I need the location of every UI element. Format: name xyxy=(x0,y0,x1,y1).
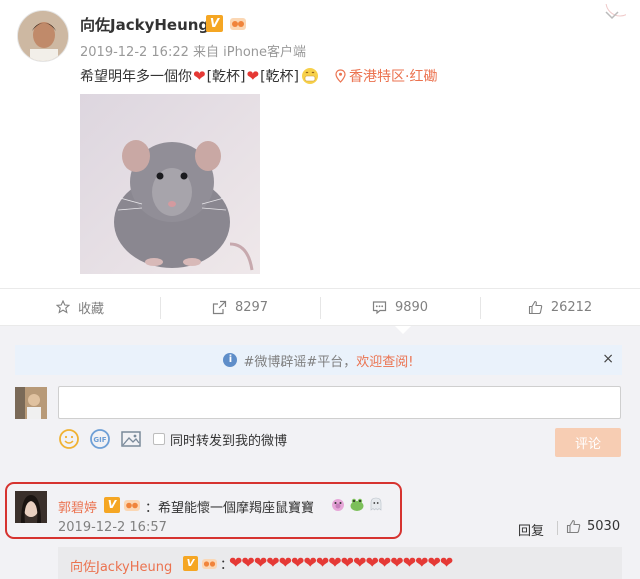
location-link[interactable]: 香港特区·红磡 xyxy=(335,66,437,86)
repost-checkbox[interactable] xyxy=(153,433,165,445)
grin-emoji-icon xyxy=(302,68,319,84)
cheers-emoji-1: [乾杯] xyxy=(206,69,246,85)
repost-button[interactable]: 8297 xyxy=(160,289,320,325)
submit-comment-button[interactable]: 评论 xyxy=(555,428,621,457)
sub-reply-author[interactable]: 向佐JackyHeung xyxy=(70,556,172,575)
info-icon: i xyxy=(223,353,238,367)
favorite-button[interactable]: 收藏 xyxy=(0,289,160,325)
comment-caret xyxy=(395,326,411,334)
rumor-notice-bar: i #微博辟谣#平台， 欢迎查阅! × xyxy=(15,345,622,375)
like-count: 26212 xyxy=(550,299,593,315)
comment-input[interactable] xyxy=(58,386,621,419)
author-name[interactable]: 向佐JackyHeung xyxy=(80,14,209,35)
notice-link[interactable]: 欢迎查阅! xyxy=(356,351,413,370)
heart-icon: ❤ xyxy=(246,67,260,85)
comment-count: 9890 xyxy=(394,299,429,315)
reply-button[interactable]: 回复 xyxy=(518,520,544,539)
fans-badge-icon xyxy=(230,18,246,30)
star-icon xyxy=(55,300,70,314)
favorite-label: 收藏 xyxy=(77,301,104,317)
notice-text: #微博辟谣#平台， xyxy=(243,354,357,370)
comment-like-button[interactable]: 5030 xyxy=(566,519,620,534)
svg-text:GIF: GIF xyxy=(93,436,106,444)
thumb-up-icon xyxy=(566,519,581,534)
location-pin-icon xyxy=(335,69,346,83)
highlight-annotation-box xyxy=(5,482,402,539)
author-avatar[interactable] xyxy=(17,10,69,62)
heart-icon: ❤ xyxy=(193,67,206,85)
comment-button[interactable]: 9890 xyxy=(320,289,480,325)
fans-badge-icon xyxy=(202,559,217,569)
emoji-icon[interactable] xyxy=(58,428,80,450)
verified-badge: V xyxy=(183,556,198,571)
post-meta: 2019-12-2 16:22 来自 iPhone客户端 xyxy=(80,45,307,60)
post-image-rat[interactable] xyxy=(80,94,260,274)
chevron-down-icon[interactable] xyxy=(600,4,626,24)
repost-count: 8297 xyxy=(234,299,269,315)
repost-icon xyxy=(212,300,227,314)
cheers-emoji-2: [乾杯] xyxy=(260,69,300,85)
gif-icon[interactable]: GIF xyxy=(89,428,111,450)
divider xyxy=(557,521,558,535)
comment-like-count: 5030 xyxy=(587,519,621,534)
sub-reply-hearts: ❤❤❤❤❤❤❤❤❤❤❤❤❤❤❤❤❤❤ xyxy=(229,553,453,572)
comment-icon xyxy=(372,300,387,314)
verified-badge: V xyxy=(206,15,223,32)
like-button[interactable]: 26212 xyxy=(480,289,640,325)
close-icon[interactable]: × xyxy=(602,351,614,367)
image-icon[interactable] xyxy=(120,428,142,450)
post-text-main: 希望明年多一個你 xyxy=(80,69,192,85)
repost-label: 同时转发到我的微博 xyxy=(170,434,288,449)
current-user-avatar[interactable] xyxy=(15,387,47,419)
post-action-bar: 收藏 8297 9890 26212 xyxy=(0,288,640,326)
post-text: 希望明年多一個你 ❤ [乾杯] ❤ [乾杯] 香港特区·红磡 xyxy=(80,65,437,87)
location-label: 香港特区·红磡 xyxy=(349,69,438,85)
thumb-up-icon xyxy=(528,300,543,314)
